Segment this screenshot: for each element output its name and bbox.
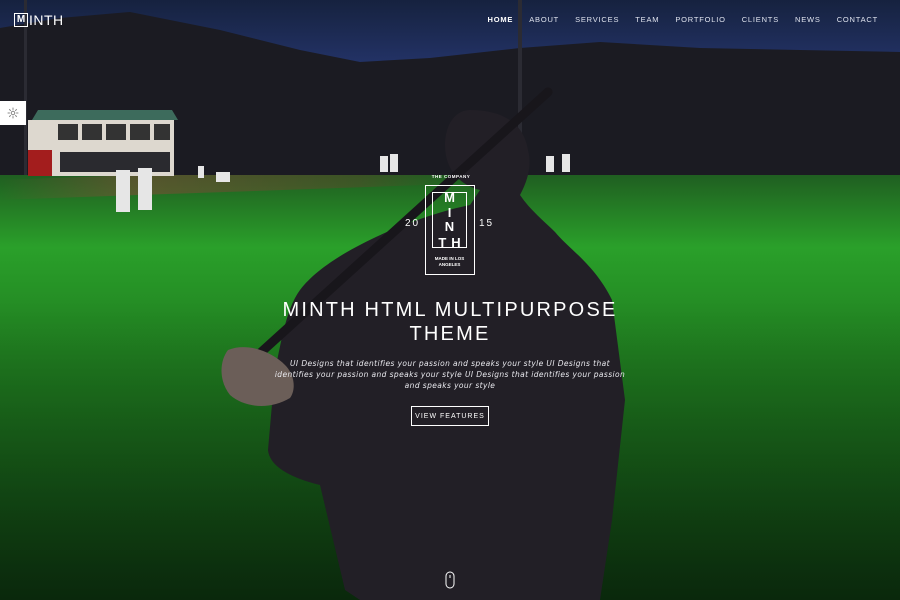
company-badge: THE COMPANY M I N TH MADE IN LOS ANGELES <box>425 174 475 275</box>
logo-mark: M <box>14 13 28 27</box>
logo-text: INTH <box>29 12 64 28</box>
nav-item-about[interactable]: ABOUT <box>529 15 559 24</box>
badge-line-2: I N <box>444 205 460 234</box>
badge-line-3: TH <box>438 234 466 250</box>
nav-item-home[interactable]: HOME <box>488 15 514 24</box>
nav-item-clients[interactable]: CLIENTS <box>742 15 779 24</box>
badge-bottom-text: MADE IN LOS ANGELES <box>434 256 465 267</box>
hero-background <box>0 0 900 600</box>
view-features-button[interactable]: VIEW FEATURES <box>411 406 489 426</box>
nav-item-contact[interactable]: CONTACT <box>837 15 878 24</box>
nav-item-portfolio[interactable]: PORTFOLIO <box>675 15 725 24</box>
settings-toggle-button[interactable] <box>0 101 26 125</box>
gear-icon <box>7 107 19 119</box>
main-nav: HOME ABOUT SERVICES TEAM PORTFOLIO CLIEN… <box>488 15 878 24</box>
brand-logo[interactable]: M INTH <box>14 12 64 28</box>
mouse-scroll-icon[interactable] <box>445 571 455 589</box>
site-header: M INTH HOME ABOUT SERVICES TEAM PORTFOLI… <box>0 0 900 40</box>
background-silhouettes <box>0 0 900 600</box>
nav-item-services[interactable]: SERVICES <box>575 15 619 24</box>
badge-line-1: M <box>444 189 460 205</box>
dugout-building <box>28 110 178 176</box>
nav-item-team[interactable]: TEAM <box>635 15 659 24</box>
badge-top-text: THE COMPANY <box>431 174 471 179</box>
nav-item-news[interactable]: NEWS <box>795 15 821 24</box>
badge-monogram: M I N TH <box>432 189 467 250</box>
